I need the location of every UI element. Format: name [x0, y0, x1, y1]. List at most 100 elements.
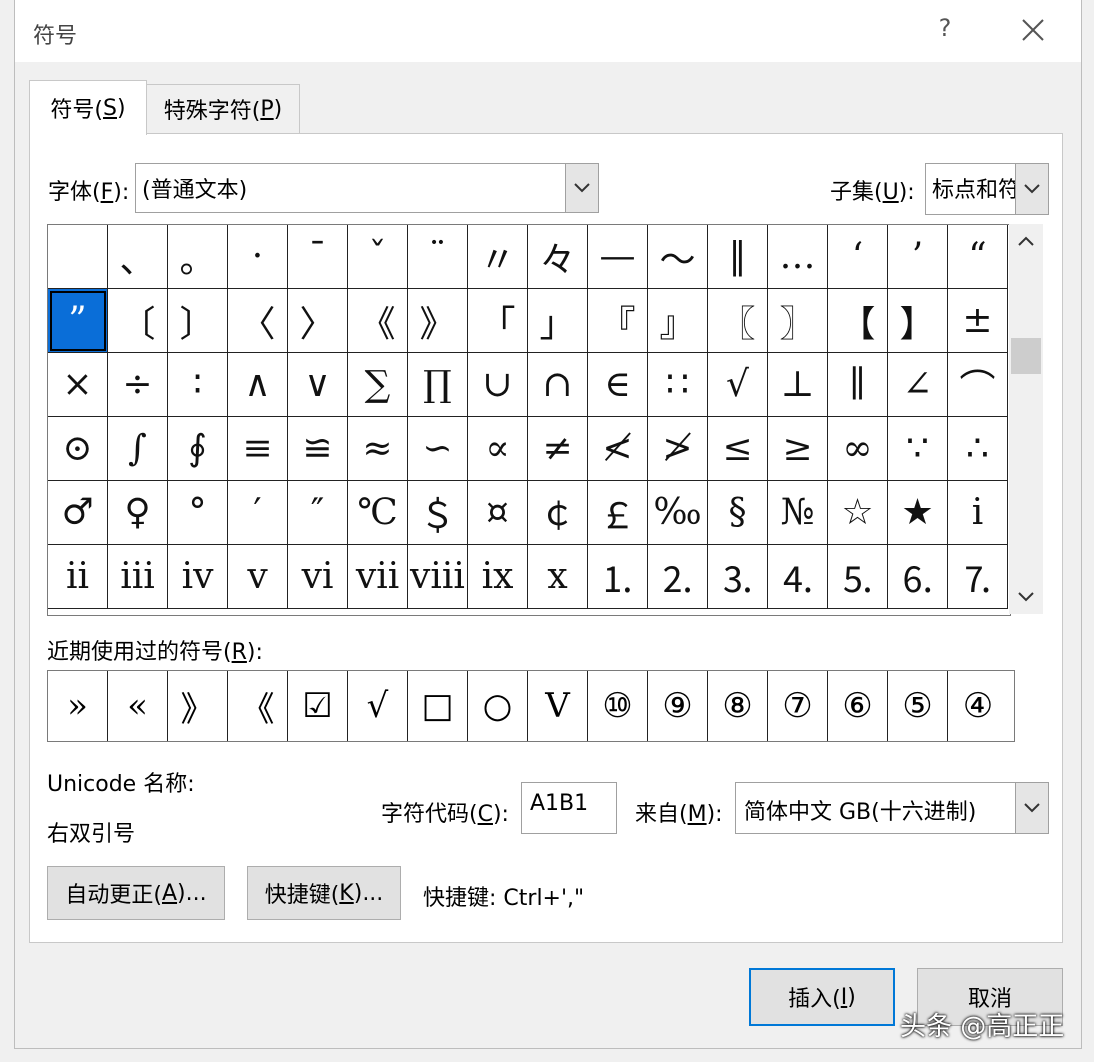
symbol-cell[interactable]: ∝: [468, 417, 528, 481]
symbol-cell[interactable]: ‘: [828, 225, 888, 289]
recent-symbol-cell[interactable]: ⑤: [888, 671, 948, 741]
symbol-cell[interactable]: 《: [348, 289, 408, 353]
symbol-cell[interactable]: 。: [168, 225, 228, 289]
scroll-down-icon[interactable]: [1009, 582, 1043, 612]
symbol-cell[interactable]: ⅳ: [168, 545, 228, 609]
symbol-cell[interactable]: ￡: [588, 481, 648, 545]
symbol-cell[interactable]: ⅱ: [48, 545, 108, 609]
symbol-cell[interactable]: ∧: [228, 353, 288, 417]
symbol-cell[interactable]: ∷: [648, 353, 708, 417]
symbol-cell[interactable]: √: [708, 353, 768, 417]
symbol-cell[interactable]: ⊙: [48, 417, 108, 481]
symbol-cell[interactable]: ˇ: [348, 225, 408, 289]
symbol-cell[interactable]: —: [588, 225, 648, 289]
recent-symbol-cell[interactable]: □: [408, 671, 468, 741]
grid-scrollbar[interactable]: [1009, 224, 1043, 614]
symbol-cell[interactable]: ♀: [108, 481, 168, 545]
symbol-cell[interactable]: ⅹ: [528, 545, 588, 609]
symbol-cell[interactable]: ★: [888, 481, 948, 545]
symbol-cell[interactable]: ‖: [708, 225, 768, 289]
symbol-cell[interactable]: ∠: [888, 353, 948, 417]
recent-symbol-cell[interactable]: ⑧: [708, 671, 768, 741]
close-icon[interactable]: [1015, 10, 1051, 50]
symbol-cell[interactable]: ♂: [48, 481, 108, 545]
recent-symbol-cell[interactable]: ⑩: [588, 671, 648, 741]
symbol-cell[interactable]: ∽: [408, 417, 468, 481]
symbol-cell[interactable]: ⒎: [948, 545, 1008, 609]
symbol-cell[interactable]: °: [168, 481, 228, 545]
shortcut-key-button[interactable]: 快捷键(K)...: [247, 866, 401, 920]
font-select[interactable]: (普通文本): [135, 163, 599, 213]
symbol-cell[interactable]: ˉ: [288, 225, 348, 289]
symbol-cell[interactable]: ∴: [948, 417, 1008, 481]
symbol-cell[interactable]: ⅲ: [108, 545, 168, 609]
symbol-cell[interactable]: ≡: [228, 417, 288, 481]
recent-symbol-cell[interactable]: 》: [168, 671, 228, 741]
symbol-cell[interactable]: ·: [228, 225, 288, 289]
symbol-cell[interactable]: ≯: [648, 417, 708, 481]
autocorrect-button[interactable]: 自动更正(A)...: [47, 866, 225, 920]
symbol-cell[interactable]: ＄: [408, 481, 468, 545]
symbol-cell[interactable]: 〉: [288, 289, 348, 353]
symbol-cell[interactable]: 「: [468, 289, 528, 353]
symbol-cell[interactable]: ⅷ: [408, 545, 468, 609]
symbol-cell[interactable]: ∨: [288, 353, 348, 417]
symbol-cell[interactable]: ¤: [468, 481, 528, 545]
chevron-down-icon[interactable]: [1015, 783, 1048, 833]
symbol-cell[interactable]: ⊥: [768, 353, 828, 417]
symbol-cell[interactable]: ‰: [648, 481, 708, 545]
recent-symbol-cell[interactable]: ○: [468, 671, 528, 741]
symbol-cell[interactable]: ⅸ: [468, 545, 528, 609]
symbol-cell[interactable]: 〈: [228, 289, 288, 353]
symbol-cell[interactable]: ∫: [108, 417, 168, 481]
symbol-cell[interactable]: 〕: [168, 289, 228, 353]
symbol-cell[interactable]: 〔: [108, 289, 168, 353]
symbol-cell[interactable]: 】: [888, 289, 948, 353]
char-code-field[interactable]: A1B1: [521, 782, 617, 834]
symbol-cell[interactable]: ∶: [168, 353, 228, 417]
symbol-cell[interactable]: ☆: [828, 481, 888, 545]
symbol-cell[interactable]: ≮: [588, 417, 648, 481]
symbol-cell[interactable]: ⒈: [588, 545, 648, 609]
symbol-cell[interactable]: ±: [948, 289, 1008, 353]
symbol-cell[interactable]: 」: [528, 289, 588, 353]
symbol-cell[interactable]: 》: [408, 289, 468, 353]
symbol-cell[interactable]: 『: [588, 289, 648, 353]
scroll-up-icon[interactable]: [1009, 226, 1043, 256]
symbol-cell[interactable]: №: [768, 481, 828, 545]
symbol-cell[interactable]: ⅴ: [228, 545, 288, 609]
subset-select[interactable]: 标点和符号: [925, 163, 1049, 215]
symbol-cell[interactable]: ′: [228, 481, 288, 545]
symbol-cell[interactable]: …: [768, 225, 828, 289]
symbol-cell[interactable]: §: [708, 481, 768, 545]
recent-symbol-cell[interactable]: ⑦: [768, 671, 828, 741]
symbol-cell[interactable]: ≤: [708, 417, 768, 481]
symbol-cell[interactable]: ⒊: [708, 545, 768, 609]
symbol-cell[interactable]: ∩: [528, 353, 588, 417]
symbol-cell[interactable]: ∵: [888, 417, 948, 481]
symbol-cell[interactable]: ¨: [408, 225, 468, 289]
symbol-cell[interactable]: 』: [648, 289, 708, 353]
symbol-cell[interactable]: ⅵ: [288, 545, 348, 609]
chevron-down-icon[interactable]: [1015, 164, 1048, 214]
symbol-grid[interactable]: 、。 · ˉ ˇ ¨ 〃々 — ～ ‖… ‘’ “ ” 〔〕〈〉《》「」『』〖〗【】 ± × ÷ ∶ ∧ ∨ ∑ ∏ ∪ ∩…: [47, 224, 1011, 616]
symbol-cell[interactable]: 々: [528, 225, 588, 289]
tab-symbols[interactable]: 符号(S): [29, 80, 147, 135]
symbol-cell[interactable]: ∥: [828, 353, 888, 417]
symbol-cell[interactable]: 〗: [768, 289, 828, 353]
symbol-cell[interactable]: 〃: [468, 225, 528, 289]
symbol-cell[interactable]: ⅶ: [348, 545, 408, 609]
symbol-cell[interactable]: ～: [648, 225, 708, 289]
symbol-cell[interactable]: ≥: [768, 417, 828, 481]
symbol-cell[interactable]: ≈: [348, 417, 408, 481]
symbol-cell[interactable]: ×: [48, 353, 108, 417]
symbol-cell[interactable]: ℃: [348, 481, 408, 545]
symbol-cell[interactable]: ”: [48, 289, 108, 353]
symbol-cell[interactable]: ≠: [528, 417, 588, 481]
insert-button[interactable]: 插入(I): [749, 968, 895, 1026]
chevron-down-icon[interactable]: [565, 164, 598, 212]
symbol-cell[interactable]: ÷: [108, 353, 168, 417]
recent-symbol-cell[interactable]: »: [48, 671, 108, 741]
recent-symbol-cell[interactable]: ⑨: [648, 671, 708, 741]
recent-symbol-cell[interactable]: ④: [948, 671, 1008, 741]
